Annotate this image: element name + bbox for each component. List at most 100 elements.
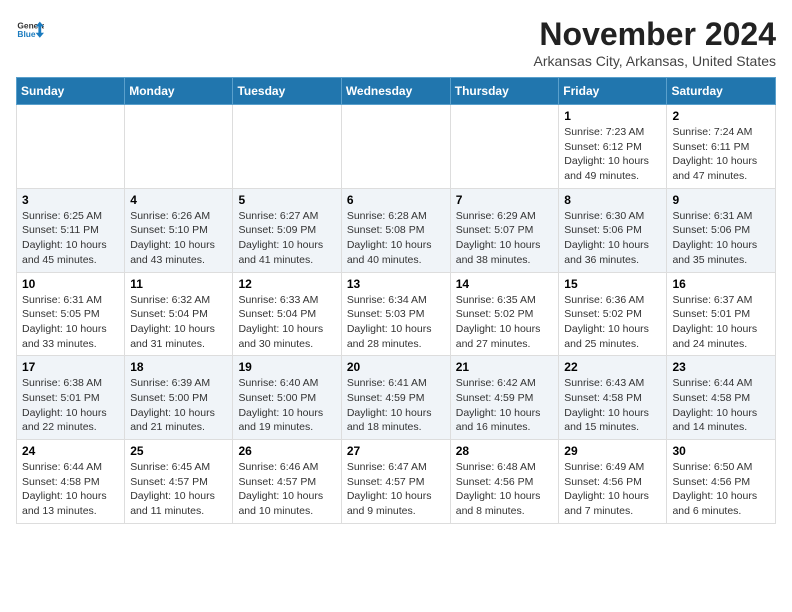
logo: General Blue (16, 16, 44, 44)
calendar-week-row: 10 Sunrise: 6:31 AM Sunset: 5:05 PM Dayli… (17, 272, 776, 356)
day-info: Sunrise: 6:27 AM Sunset: 5:09 PM Dayligh… (238, 209, 335, 268)
day-number: 24 (22, 444, 119, 458)
day-number: 16 (672, 277, 770, 291)
title-area: November 2024 Arkansas City, Arkansas, U… (533, 16, 776, 69)
day-number: 19 (238, 360, 335, 374)
day-info: Sunrise: 6:42 AM Sunset: 4:59 PM Dayligh… (456, 376, 554, 435)
calendar-cell: 1Sunrise: 7:23 AM Sunset: 6:12 PM Daylig… (559, 105, 667, 189)
day-number: 20 (347, 360, 445, 374)
day-info: Sunrise: 6:47 AM Sunset: 4:57 PM Dayligh… (347, 460, 445, 519)
header: General Blue November 2024 Arkansas City… (16, 16, 776, 69)
calendar-cell: 16 Sunrise: 6:37 AM Sunset: 5:01 PM Dayli… (667, 272, 776, 356)
day-number: 4 (130, 193, 227, 207)
day-number: 14 (456, 277, 554, 291)
day-number: 21 (456, 360, 554, 374)
location: Arkansas City, Arkansas, United States (533, 53, 776, 69)
day-number: 3 (22, 193, 119, 207)
calendar-cell: 19Sunrise: 6:40 AM Sunset: 5:00 PM Dayli… (233, 356, 341, 440)
day-number: 27 (347, 444, 445, 458)
day-info: Sunrise: 6:45 AM Sunset: 4:57 PM Dayligh… (130, 460, 227, 519)
weekday-header: Tuesday (233, 78, 341, 105)
calendar-cell: 14 Sunrise: 6:35 AM Sunset: 5:02 PM Dayli… (450, 272, 559, 356)
calendar-cell: 13 Sunrise: 6:34 AM Sunset: 5:03 PM Dayli… (341, 272, 450, 356)
weekday-header: Sunday (17, 78, 125, 105)
calendar-cell: 5 Sunrise: 6:27 AM Sunset: 5:09 PM Daylig… (233, 188, 341, 272)
weekday-header: Thursday (450, 78, 559, 105)
calendar-week-row: 1Sunrise: 7:23 AM Sunset: 6:12 PM Daylig… (17, 105, 776, 189)
day-number: 6 (347, 193, 445, 207)
day-info: Sunrise: 6:44 AM Sunset: 4:58 PM Dayligh… (672, 376, 770, 435)
calendar-header-row: SundayMondayTuesdayWednesdayThursdayFrid… (17, 78, 776, 105)
day-number: 10 (22, 277, 119, 291)
day-number: 7 (456, 193, 554, 207)
calendar-week-row: 24 Sunrise: 6:44 AM Sunset: 4:58 PM Dayli… (17, 440, 776, 524)
calendar-cell: 26 Sunrise: 6:46 AM Sunset: 4:57 PM Dayli… (233, 440, 341, 524)
day-info: Sunrise: 6:31 AM Sunset: 5:06 PM Dayligh… (672, 209, 770, 268)
calendar-cell: 30Sunrise: 6:50 AM Sunset: 4:56 PM Dayli… (667, 440, 776, 524)
calendar-cell: 11 Sunrise: 6:32 AM Sunset: 5:04 PM Dayli… (125, 272, 233, 356)
calendar-cell: 6 Sunrise: 6:28 AM Sunset: 5:08 PM Daylig… (341, 188, 450, 272)
day-info: Sunrise: 6:48 AM Sunset: 4:56 PM Dayligh… (456, 460, 554, 519)
calendar-cell: 22Sunrise: 6:43 AM Sunset: 4:58 PM Dayli… (559, 356, 667, 440)
day-info: Sunrise: 6:46 AM Sunset: 4:57 PM Dayligh… (238, 460, 335, 519)
calendar-cell: 25 Sunrise: 6:45 AM Sunset: 4:57 PM Dayli… (125, 440, 233, 524)
day-info: Sunrise: 6:32 AM Sunset: 5:04 PM Dayligh… (130, 293, 227, 352)
calendar-cell: 29Sunrise: 6:49 AM Sunset: 4:56 PM Dayli… (559, 440, 667, 524)
calendar-cell: 8 Sunrise: 6:30 AM Sunset: 5:06 PM Daylig… (559, 188, 667, 272)
day-number: 1 (564, 109, 661, 123)
day-number: 25 (130, 444, 227, 458)
calendar-cell: 17 Sunrise: 6:38 AM Sunset: 5:01 PM Dayli… (17, 356, 125, 440)
day-info: Sunrise: 6:25 AM Sunset: 5:11 PM Dayligh… (22, 209, 119, 268)
weekday-header: Wednesday (341, 78, 450, 105)
calendar-cell: 9 Sunrise: 6:31 AM Sunset: 5:06 PM Daylig… (667, 188, 776, 272)
calendar-cell: 21 Sunrise: 6:42 AM Sunset: 4:59 PM Dayli… (450, 356, 559, 440)
day-number: 26 (238, 444, 335, 458)
calendar-cell: 23 Sunrise: 6:44 AM Sunset: 4:58 PM Dayli… (667, 356, 776, 440)
day-number: 15 (564, 277, 661, 291)
day-number: 11 (130, 277, 227, 291)
day-number: 13 (347, 277, 445, 291)
day-number: 5 (238, 193, 335, 207)
calendar-cell: 28 Sunrise: 6:48 AM Sunset: 4:56 PM Dayli… (450, 440, 559, 524)
day-number: 17 (22, 360, 119, 374)
weekday-header: Monday (125, 78, 233, 105)
calendar-cell (17, 105, 125, 189)
day-number: 29 (564, 444, 661, 458)
day-number: 8 (564, 193, 661, 207)
svg-text:Blue: Blue (17, 29, 35, 39)
calendar: SundayMondayTuesdayWednesdayThursdayFrid… (16, 77, 776, 524)
day-info: Sunrise: 6:30 AM Sunset: 5:06 PM Dayligh… (564, 209, 661, 268)
calendar-cell: 2Sunrise: 7:24 AM Sunset: 6:11 PM Daylig… (667, 105, 776, 189)
day-info: Sunrise: 6:28 AM Sunset: 5:08 PM Dayligh… (347, 209, 445, 268)
day-info: Sunrise: 6:39 AM Sunset: 5:00 PM Dayligh… (130, 376, 227, 435)
day-info: Sunrise: 6:44 AM Sunset: 4:58 PM Dayligh… (22, 460, 119, 519)
calendar-week-row: 17 Sunrise: 6:38 AM Sunset: 5:01 PM Dayli… (17, 356, 776, 440)
day-info: Sunrise: 6:26 AM Sunset: 5:10 PM Dayligh… (130, 209, 227, 268)
calendar-cell: 15Sunrise: 6:36 AM Sunset: 5:02 PM Dayli… (559, 272, 667, 356)
day-number: 30 (672, 444, 770, 458)
weekday-header: Saturday (667, 78, 776, 105)
calendar-cell (450, 105, 559, 189)
day-number: 9 (672, 193, 770, 207)
day-info: Sunrise: 7:24 AM Sunset: 6:11 PM Dayligh… (672, 125, 770, 184)
weekday-header: Friday (559, 78, 667, 105)
calendar-cell: 20 Sunrise: 6:41 AM Sunset: 4:59 PM Dayli… (341, 356, 450, 440)
day-info: Sunrise: 6:34 AM Sunset: 5:03 PM Dayligh… (347, 293, 445, 352)
calendar-cell: 27 Sunrise: 6:47 AM Sunset: 4:57 PM Dayli… (341, 440, 450, 524)
day-info: Sunrise: 6:37 AM Sunset: 5:01 PM Dayligh… (672, 293, 770, 352)
calendar-cell: 24 Sunrise: 6:44 AM Sunset: 4:58 PM Dayli… (17, 440, 125, 524)
calendar-cell (233, 105, 341, 189)
calendar-cell: 10 Sunrise: 6:31 AM Sunset: 5:05 PM Dayli… (17, 272, 125, 356)
day-info: Sunrise: 6:35 AM Sunset: 5:02 PM Dayligh… (456, 293, 554, 352)
day-number: 18 (130, 360, 227, 374)
calendar-cell: 3 Sunrise: 6:25 AM Sunset: 5:11 PM Daylig… (17, 188, 125, 272)
day-info: Sunrise: 6:33 AM Sunset: 5:04 PM Dayligh… (238, 293, 335, 352)
day-info: Sunrise: 6:31 AM Sunset: 5:05 PM Dayligh… (22, 293, 119, 352)
day-number: 28 (456, 444, 554, 458)
day-info: Sunrise: 6:38 AM Sunset: 5:01 PM Dayligh… (22, 376, 119, 435)
day-number: 12 (238, 277, 335, 291)
logo-icon: General Blue (16, 16, 44, 44)
day-info: Sunrise: 6:41 AM Sunset: 4:59 PM Dayligh… (347, 376, 445, 435)
day-number: 23 (672, 360, 770, 374)
day-number: 22 (564, 360, 661, 374)
